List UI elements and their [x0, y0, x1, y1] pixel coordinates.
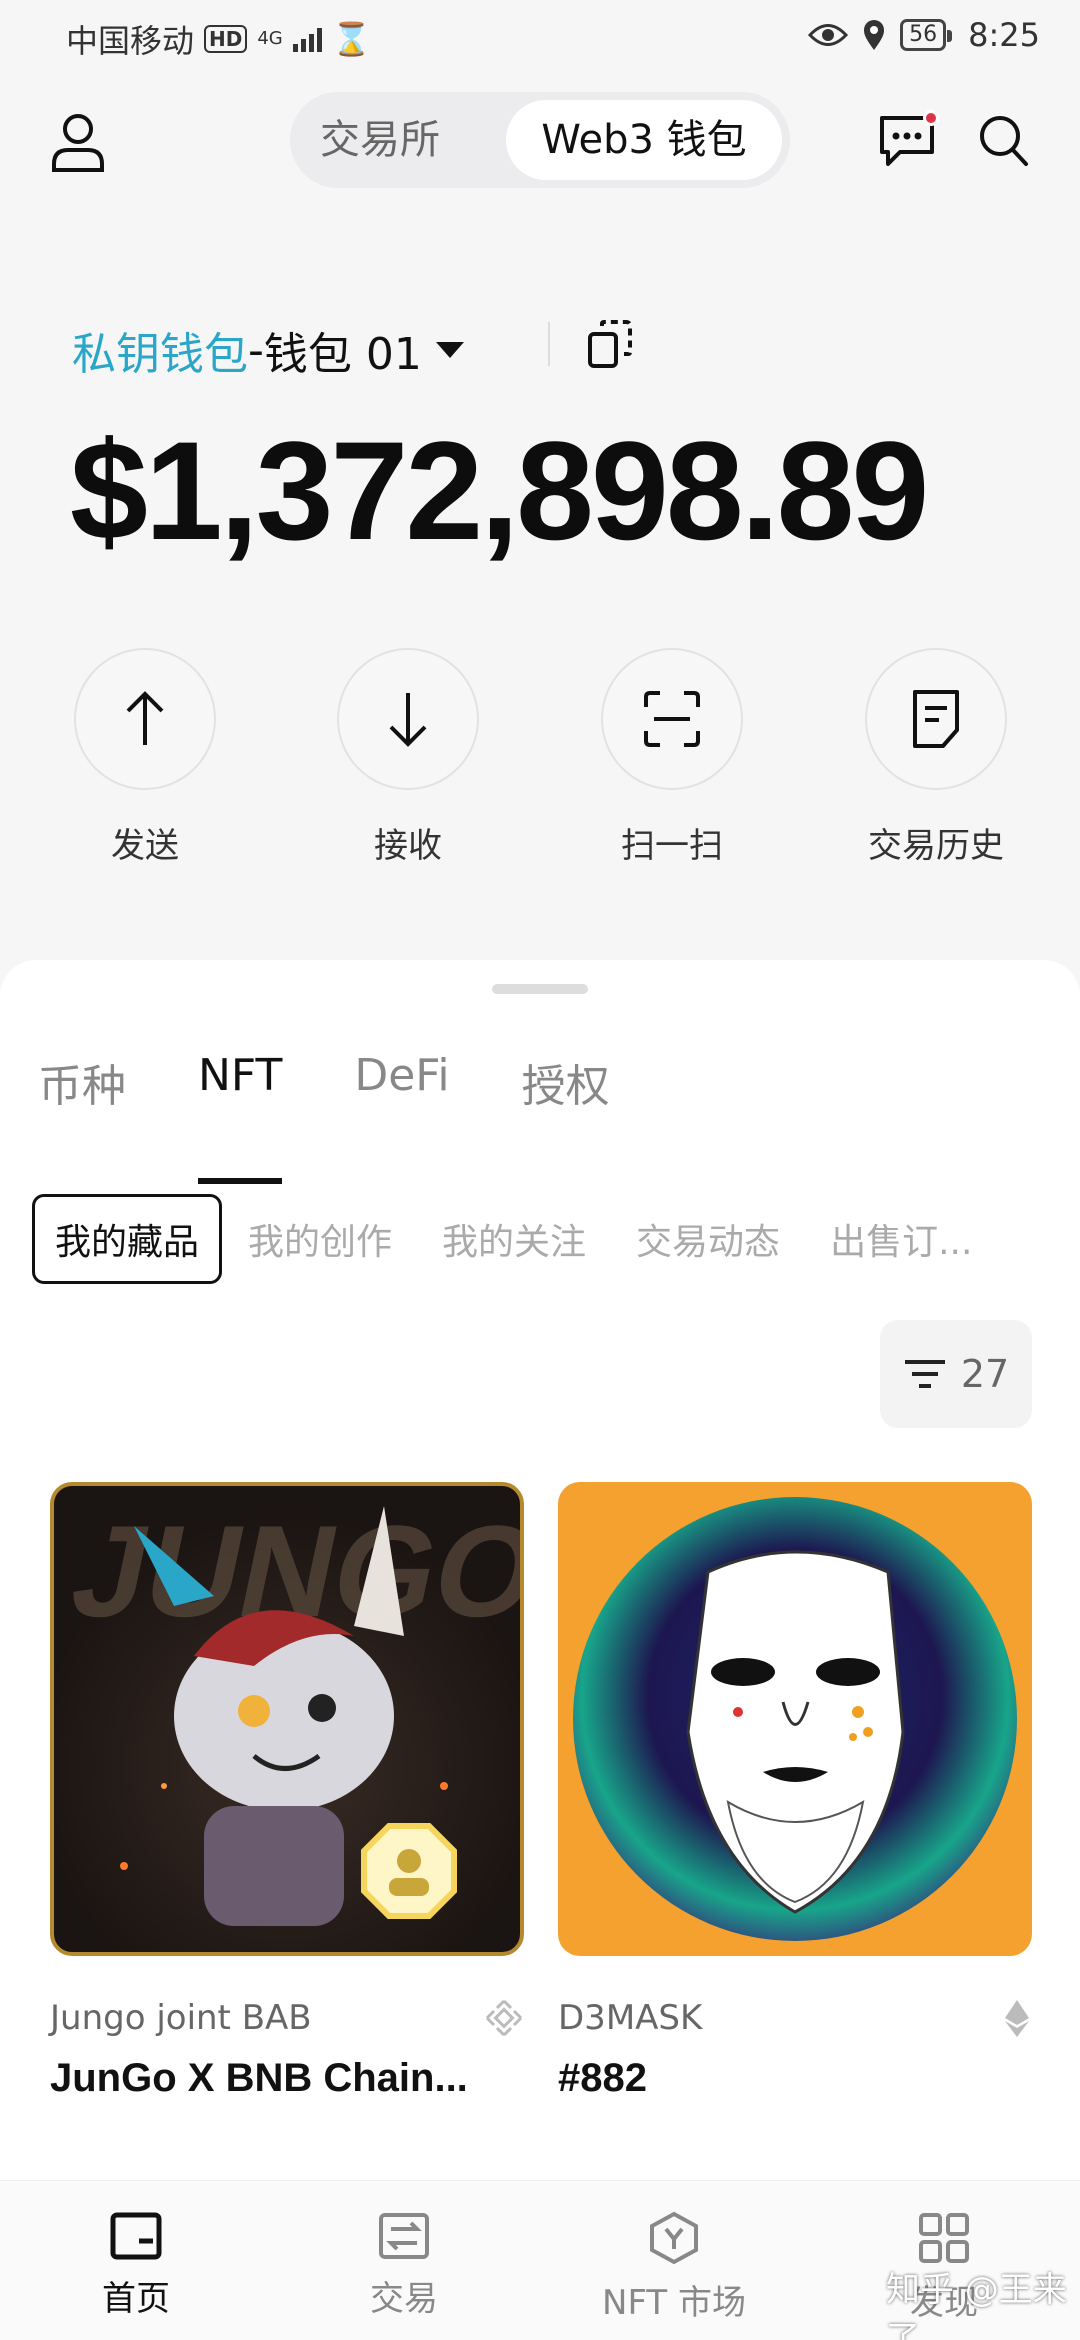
nav-trade-label: 交易: [370, 2279, 438, 2319]
bnb-icon: [485, 1999, 523, 2037]
nft-title: #882: [558, 2056, 647, 2100]
d3mask-artwork: [573, 1497, 1017, 1941]
total-balance: $1,372,898.89: [70, 412, 929, 569]
search-icon[interactable]: [976, 112, 1032, 170]
filter-count: 27: [960, 1352, 1010, 1396]
nft-collection-name: D3MASK: [558, 1998, 703, 2038]
history-label: 交易历史: [868, 826, 1004, 866]
jungo-artwork: JUNGO: [60, 1498, 520, 1926]
tab-nft[interactable]: NFT: [198, 1050, 283, 1184]
tab-approvals[interactable]: 授权: [522, 1050, 610, 1114]
swap-icon: [379, 2213, 429, 2259]
hd-badge: HD: [204, 25, 248, 53]
tab-defi[interactable]: DeFi: [354, 1050, 449, 1114]
nav-nft-market-label: NFT 市场: [602, 2283, 746, 2323]
scan-label: 扫一扫: [621, 826, 723, 866]
receive-label: 接收: [374, 826, 442, 866]
subtab-my-creations[interactable]: 我的创作: [248, 1213, 392, 1265]
mode-switch[interactable]: 交易所 Web3 钱包: [290, 92, 790, 188]
hourglass-icon: ⌛: [331, 20, 372, 58]
filter-button[interactable]: 27: [880, 1320, 1032, 1428]
subtab-my-follows[interactable]: 我的关注: [442, 1213, 586, 1265]
nft-image-d3mask[interactable]: [558, 1482, 1032, 1956]
tab-tokens[interactable]: 币种: [38, 1050, 126, 1114]
history-button[interactable]: 交易历史: [851, 648, 1021, 867]
eye-icon: [808, 24, 849, 46]
wallet-selector[interactable]: 私钥钱包 - 钱包 01: [72, 318, 464, 382]
location-icon: [864, 20, 885, 50]
nft-title: JunGo X BNB Chain...: [50, 2056, 468, 2100]
arrow-up-icon: [126, 691, 164, 745]
web3-wallet-tab[interactable]: Web3 钱包: [506, 100, 782, 180]
nft-card[interactable]: D3MASK #882: [558, 1482, 1032, 2101]
subtab-sell-orders[interactable]: 出售订...: [830, 1213, 972, 1265]
caret-down-icon: [435, 342, 464, 358]
wallet-type-label: 私钥钱包: [72, 329, 248, 380]
nav-home[interactable]: 首页: [46, 2211, 226, 2320]
battery-icon: 56: [900, 19, 953, 51]
nft-market-icon: [650, 2211, 698, 2265]
watermark: 知乎 @王来了: [886, 2270, 1067, 2340]
history-icon: [913, 690, 959, 748]
nft-image-jungo[interactable]: JUNGO: [50, 1482, 524, 1956]
nav-trade[interactable]: 交易: [314, 2211, 494, 2320]
arrow-down-icon: [389, 693, 427, 747]
status-bar: 中国移动 HD 4G ⌛ 56 8:25: [0, 0, 1080, 80]
profile-icon[interactable]: [50, 112, 106, 172]
scan-button[interactable]: 扫一扫: [587, 648, 757, 867]
wallet-icon: [110, 2212, 162, 2260]
divider: [548, 322, 550, 366]
send-label: 发送: [111, 826, 179, 866]
filter-icon: [904, 1360, 945, 1388]
nft-collection-name: Jungo joint BAB: [50, 1998, 312, 2038]
network-type: 4G: [257, 28, 283, 49]
wallet-name: 钱包 01: [263, 329, 422, 380]
notification-dot: [923, 110, 939, 126]
wallet-separator: -: [248, 324, 264, 376]
signal-icon: [292, 26, 322, 52]
eth-icon: [1005, 2000, 1029, 2037]
scan-icon: [644, 691, 700, 747]
subtab-my-collection[interactable]: 我的藏品: [32, 1194, 223, 1284]
exchange-tab[interactable]: 交易所: [320, 92, 440, 188]
receive-button[interactable]: 接收: [323, 648, 493, 867]
send-button[interactable]: 发送: [60, 648, 230, 867]
copy-icon[interactable]: [586, 318, 636, 372]
grid-icon: [919, 2213, 969, 2263]
nav-nft-market[interactable]: NFT 市场: [584, 2211, 764, 2324]
nft-card[interactable]: JUNGO Jungo joint BAB JunGo X BNB Chain.…: [50, 1482, 524, 2101]
nav-home-label: 首页: [102, 2279, 170, 2319]
sheet-handle[interactable]: [492, 984, 588, 994]
clock: 8:25: [968, 16, 1040, 54]
subtab-trade-activity[interactable]: 交易动态: [636, 1213, 780, 1265]
nft-subtabs: 我的藏品 我的创作 我的关注 交易动态 出售订...: [32, 1194, 1072, 1284]
carrier-label: 中国移动: [66, 22, 195, 60]
asset-tabs: 币种 NFT DeFi 授权: [38, 1050, 682, 1184]
